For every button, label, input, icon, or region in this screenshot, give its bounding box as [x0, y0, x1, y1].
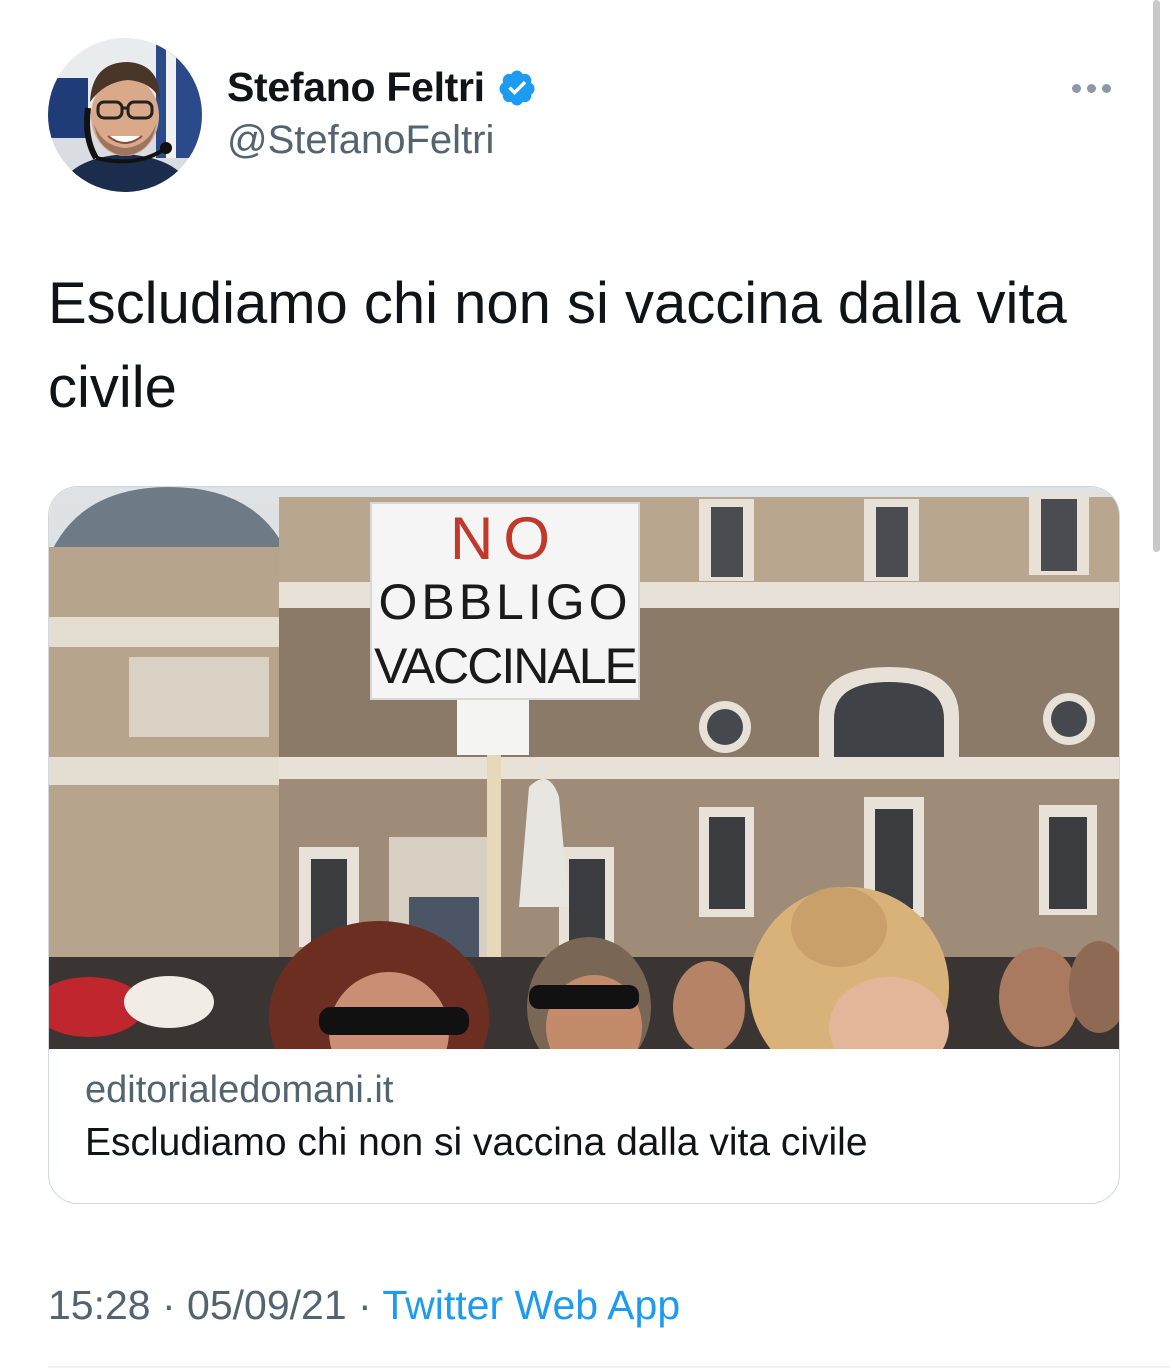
sign-text-vaccinale: VACCINALE — [374, 638, 636, 694]
sign-text-obbligo: OBBLIGO — [378, 574, 631, 630]
card-domain: editorialedomani.it — [85, 1069, 394, 1111]
verified-badge-icon — [497, 68, 537, 108]
meta-separator: · — [346, 1282, 383, 1328]
dot — [1087, 83, 1096, 93]
card-title: Escludiamo chi non si vaccina dalla vita… — [85, 1121, 868, 1164]
tweet-source-link[interactable]: Twitter Web App — [382, 1282, 680, 1328]
tweet-time[interactable]: 15:28 — [48, 1282, 151, 1328]
dot — [1102, 83, 1111, 93]
link-card[interactable]: NO OBBLIGO VACCINALE editorialedomani.it… — [48, 486, 1120, 1204]
more-options-icon[interactable] — [1072, 80, 1118, 96]
profile-photo — [48, 38, 202, 192]
tweet-text: Escludiamo chi non si vaccina dalla vita… — [48, 271, 1067, 420]
card-image[interactable]: NO OBBLIGO VACCINALE — [49, 487, 1120, 1049]
scrollbar[interactable] — [1153, 0, 1160, 552]
sign-text-no: NO — [450, 505, 560, 572]
divider — [48, 1366, 1170, 1368]
tweet-date[interactable]: 05/09/21 — [187, 1282, 347, 1328]
display-name[interactable]: Stefano Feltri — [227, 64, 485, 111]
avatar[interactable] — [48, 38, 202, 192]
dot — [1072, 83, 1081, 93]
handle[interactable]: @StefanoFeltri — [227, 118, 494, 163]
meta-separator: · — [150, 1282, 188, 1328]
tweet-meta: 15:28 · 05/09/21 · Twitter Web App — [48, 1282, 680, 1329]
author-name-row[interactable]: Stefano Feltri — [227, 64, 537, 111]
